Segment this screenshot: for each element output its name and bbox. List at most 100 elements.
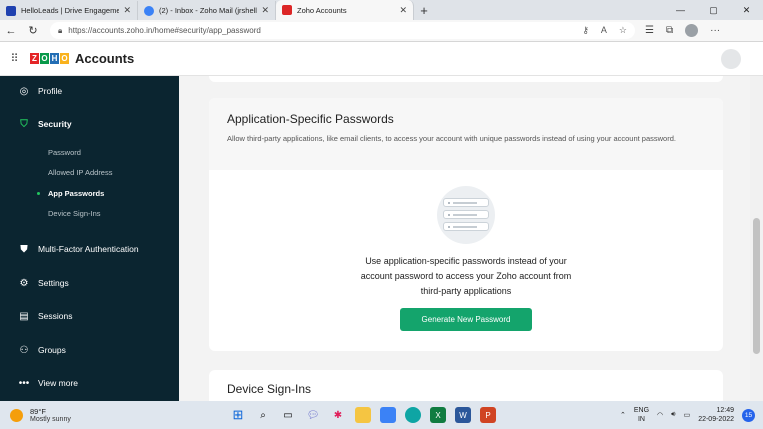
system-tray: ⌃ ENG IN ◠ 🔊︎ ▭ 12:49 22-09-2022 15 (620, 406, 763, 424)
sidebar-item-profile[interactable]: ◎ Profile (0, 78, 179, 104)
region-code: IN (637, 416, 645, 423)
tab-helloleads[interactable]: HelloLeads | Drive Engagement ✕ (0, 1, 138, 20)
empty-state-message: Use application-specific passwords inste… (329, 254, 603, 299)
sidebar-sub-device-signins[interactable]: Device Sign-Ins (48, 209, 101, 218)
info-line: account password to access your Zoho acc… (360, 271, 572, 281)
wifi-icon[interactable]: ◠ (657, 411, 663, 419)
tab-zoho-mail[interactable]: (2) - Inbox - Zoho Mail (jrshelloll ✕ (138, 1, 276, 20)
app-grid-icon[interactable]: ⠿ (0, 52, 28, 65)
weather-text: Mostly sunny (30, 416, 71, 423)
logo-letter: O (40, 53, 49, 64)
close-tab-icon[interactable]: ✕ (261, 5, 269, 16)
sidebar-item-label: Security (38, 119, 72, 129)
info-line: Use application-specific passwords inste… (365, 256, 567, 266)
file-explorer-icon[interactable] (355, 407, 371, 423)
address-bar-row: ← ↻ 🔒︎ https://accounts.zoho.in/home#sec… (0, 20, 763, 42)
edge-icon[interactable] (405, 407, 421, 423)
sidebar-sub-app-passwords[interactable]: App Passwords (48, 189, 104, 198)
new-tab-button[interactable]: + (414, 2, 434, 20)
url-text: https://accounts.zoho.in/home#security/a… (68, 26, 261, 35)
sidebar-item-label: Groups (38, 345, 66, 355)
more-icon: ••• (18, 377, 30, 389)
clock[interactable]: 12:49 22-09-2022 (698, 406, 734, 424)
main-content: Application-Specific Passwords Allow thi… (179, 76, 750, 401)
speaker-icon[interactable]: 🔊︎ (671, 411, 675, 419)
shield-icon: ⛉ (20, 118, 28, 130)
close-tab-icon[interactable]: ✕ (399, 5, 407, 16)
read-aloud-icon[interactable]: A (601, 25, 607, 36)
tab-title: HelloLeads | Drive Engagement (21, 6, 120, 15)
favorites-icon[interactable]: ☰ (645, 25, 654, 36)
weather-widget[interactable]: 89°F Mostly sunny (0, 407, 220, 423)
search-icon[interactable]: ⌕ (255, 407, 271, 423)
zoho-logo[interactable]: Z O H O (30, 53, 70, 64)
close-tab-icon[interactable]: ✕ (123, 5, 131, 16)
info-line: third-party applications (420, 286, 512, 296)
close-window-icon[interactable]: ✕ (730, 0, 763, 20)
refresh-icon[interactable]: ↻ (22, 24, 44, 37)
zoho-favicon (282, 5, 292, 15)
minimize-icon[interactable]: — (664, 0, 697, 20)
chevron-up-icon[interactable]: ⌃ (620, 411, 626, 419)
card-title: Device Sign-Ins (227, 382, 312, 396)
logo-letter: H (50, 53, 59, 64)
sidebar-item-view-more[interactable]: ••• View more (0, 370, 179, 396)
app-header: ⠿ Z O H O Accounts (0, 42, 763, 76)
password-list-illustration-icon (437, 186, 495, 244)
mail-favicon (144, 5, 154, 16)
device-signins-card: Device Sign-Ins (209, 370, 723, 401)
chat-icon[interactable]: 💬︎ (305, 407, 321, 423)
excel-icon[interactable]: X (430, 407, 446, 423)
lock-icon[interactable]: 🔒︎ (58, 26, 62, 36)
sidebar: ◎ Profile ⛉ Security Password Allowed IP… (0, 76, 179, 401)
maximize-icon[interactable]: ▢ (697, 0, 730, 20)
more-menu-icon[interactable]: ··· (710, 25, 720, 36)
user-avatar[interactable] (721, 48, 741, 69)
collections-icon[interactable]: ⧉ (666, 25, 673, 36)
sidebar-sub-allowed-ip[interactable]: Allowed IP Address (48, 168, 112, 177)
sidebar-item-mfa[interactable]: ⛊ Multi-Factor Authentication (0, 236, 179, 262)
window-controls: — ▢ ✕ (664, 0, 763, 20)
language-indicator[interactable]: ENG IN (634, 406, 649, 424)
powerpoint-icon[interactable]: P (480, 407, 496, 423)
groups-icon: ⚇ (19, 344, 29, 356)
sidebar-item-security[interactable]: ⛉ Security (0, 111, 179, 137)
key-icon[interactable]: ⚷ (582, 25, 589, 36)
favorite-icon[interactable]: ☆ (619, 25, 627, 36)
url-field[interactable]: 🔒︎ https://accounts.zoho.in/home#securit… (50, 22, 635, 39)
store-icon[interactable] (380, 407, 396, 423)
profile-avatar-icon[interactable] (685, 24, 699, 37)
generate-new-password-button[interactable]: Generate New Password (400, 308, 532, 331)
notification-badge[interactable]: 15 (742, 408, 755, 422)
card-title: Application-Specific Passwords (227, 112, 394, 126)
sidebar-item-label: Sessions (38, 311, 73, 321)
slack-icon[interactable]: ✱ (330, 407, 346, 423)
sidebar-item-settings[interactable]: ⚙ Settings (0, 270, 179, 296)
lang-code: ENG (633, 407, 650, 414)
sidebar-item-label: Settings (38, 278, 69, 288)
back-arrow-icon[interactable]: ← (0, 25, 22, 37)
logo-letter: Z (30, 53, 39, 64)
taskbar-apps: ⊞ ⌕ ▭ 💬︎ ✱ X W P (230, 407, 496, 423)
scrollbar[interactable] (750, 76, 763, 401)
card-description: Allow third-party applications, like ema… (227, 134, 676, 143)
start-icon[interactable]: ⊞ (230, 407, 246, 423)
app-passwords-card: Application-Specific Passwords Allow thi… (209, 98, 723, 351)
scrollbar-thumb[interactable] (753, 218, 760, 354)
sidebar-item-label: View more (38, 378, 78, 388)
card-header: Application-Specific Passwords Allow thi… (209, 98, 723, 170)
sun-icon (10, 408, 23, 422)
tab-title: (2) - Inbox - Zoho Mail (jrshelloll (159, 6, 258, 15)
sidebar-item-label: Multi-Factor Authentication (38, 244, 139, 254)
user-icon: ◎ (19, 85, 29, 97)
battery-icon[interactable]: ▭ (684, 411, 691, 419)
windows-taskbar: 89°F Mostly sunny ⊞ ⌕ ▭ 💬︎ ✱ X W P ⌃ ENG… (0, 401, 763, 429)
sidebar-item-groups[interactable]: ⚇ Groups (0, 337, 179, 363)
time: 12:49 (716, 407, 734, 414)
task-view-icon[interactable]: ▭ (280, 407, 296, 423)
sidebar-item-sessions[interactable]: ▤ Sessions (0, 303, 179, 329)
tab-zoho-accounts[interactable]: Zoho Accounts ✕ (276, 0, 414, 20)
logo-letter: O (60, 53, 69, 64)
word-icon[interactable]: W (455, 407, 471, 423)
sidebar-sub-password[interactable]: Password (48, 148, 81, 157)
